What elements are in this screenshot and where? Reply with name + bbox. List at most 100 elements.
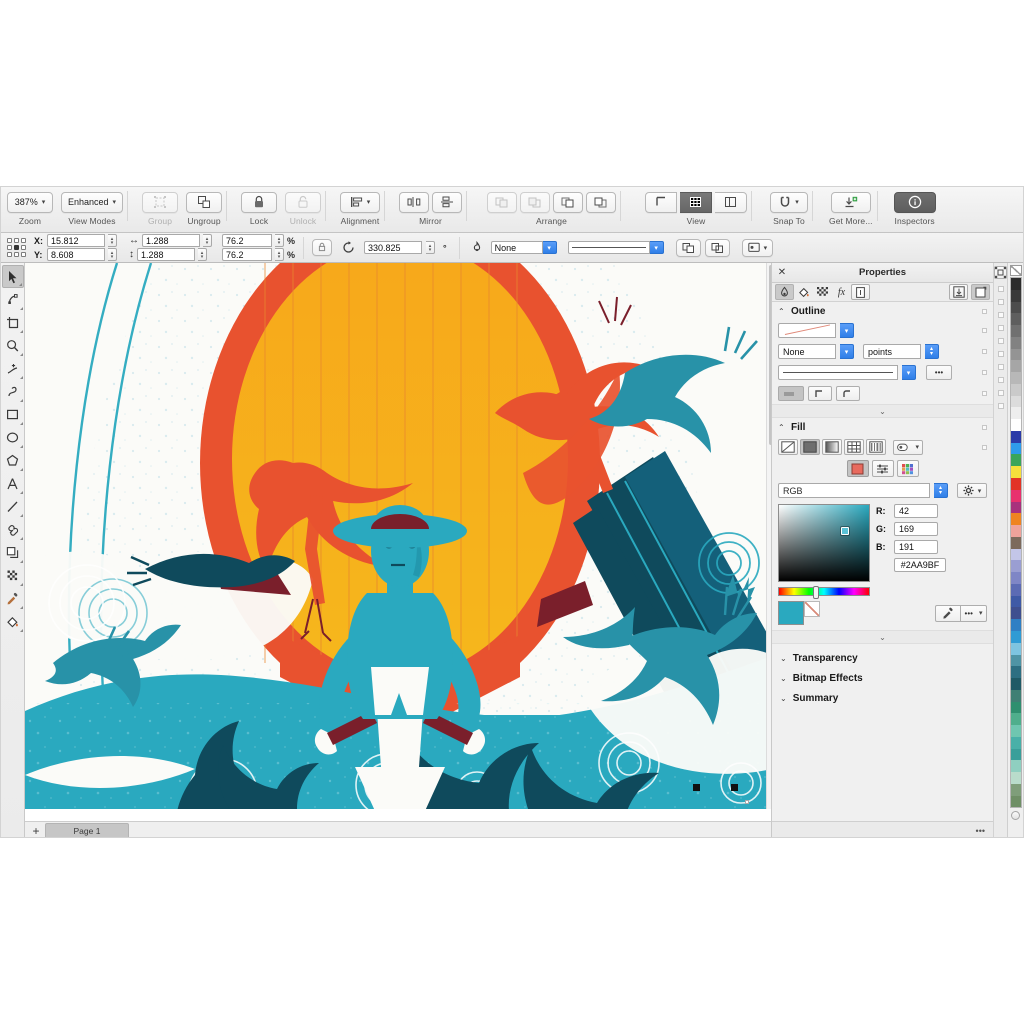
color-palettes-mode-button[interactable] bbox=[897, 460, 919, 477]
palette-swatch[interactable] bbox=[1011, 596, 1021, 608]
outline-more-options-button[interactable]: ••• bbox=[926, 365, 952, 380]
rotation-stepper[interactable]: ▴▾ bbox=[426, 241, 435, 254]
palette-swatch[interactable] bbox=[1011, 313, 1021, 325]
alignment-dropdown[interactable]: ▾ bbox=[340, 192, 380, 213]
text-tool[interactable] bbox=[2, 472, 24, 495]
canvas-area[interactable]: ✕ + Page 1 bbox=[25, 263, 771, 838]
group-button[interactable] bbox=[142, 192, 178, 213]
bitmap-options-dropdown[interactable]: ▾ bbox=[742, 239, 774, 257]
tool-flyout-indicator[interactable] bbox=[17, 307, 23, 310]
palette-swatch[interactable] bbox=[1011, 454, 1021, 466]
tool-flyout-indicator[interactable] bbox=[17, 514, 23, 517]
fill-tab[interactable] bbox=[794, 284, 813, 300]
palette-swatch[interactable] bbox=[1011, 643, 1021, 655]
palette-swatch[interactable] bbox=[1011, 760, 1021, 772]
y-input[interactable]: 8.608 bbox=[47, 248, 105, 261]
color-sliders-mode-button[interactable] bbox=[872, 460, 894, 477]
grid-button[interactable] bbox=[680, 192, 712, 213]
outline-units-select[interactable]: points bbox=[863, 344, 921, 359]
r-input[interactable]: 42 bbox=[894, 504, 938, 518]
fill-collapse-strip[interactable]: ⌄ bbox=[772, 630, 993, 644]
width-input[interactable]: 1.288 bbox=[142, 234, 200, 247]
no-fill-button[interactable] bbox=[778, 439, 798, 455]
page-tab-1[interactable]: Page 1 bbox=[45, 823, 129, 839]
palette-swatch[interactable] bbox=[1011, 702, 1021, 714]
height-stepper[interactable]: ▴▾ bbox=[198, 248, 207, 261]
new-properties-button[interactable] bbox=[971, 284, 990, 300]
dock-slot[interactable] bbox=[998, 299, 1004, 305]
line-arrow-button[interactable] bbox=[778, 386, 804, 401]
connector-tool[interactable] bbox=[2, 518, 24, 541]
send-to-back-button[interactable] bbox=[520, 192, 550, 213]
dock-slot[interactable] bbox=[998, 325, 1004, 331]
close-icon[interactable]: ✕ bbox=[772, 267, 792, 278]
unlock-button[interactable] bbox=[285, 192, 321, 213]
palette-swatch[interactable] bbox=[1011, 784, 1021, 796]
import-properties-button[interactable] bbox=[949, 284, 968, 300]
width-stepper[interactable]: ▴▾ bbox=[203, 234, 212, 247]
dock-slot[interactable] bbox=[998, 390, 1004, 396]
g-input[interactable]: 169 bbox=[894, 522, 938, 536]
bring-to-front-button[interactable] bbox=[487, 192, 517, 213]
selection-tool[interactable] bbox=[2, 265, 24, 288]
palette-swatch[interactable] bbox=[1011, 525, 1021, 537]
palette-swatch[interactable] bbox=[1011, 466, 1021, 478]
anchor-cell[interactable] bbox=[7, 252, 12, 257]
outline-width-combo[interactable]: None ▾ bbox=[491, 241, 557, 254]
ellipse-tool[interactable] bbox=[2, 426, 24, 449]
zoom-tool[interactable] bbox=[2, 334, 24, 357]
palette-swatch[interactable] bbox=[1011, 349, 1021, 361]
palette-swatch[interactable] bbox=[1011, 384, 1021, 396]
uniform-fill-button[interactable] bbox=[800, 439, 820, 455]
effects-tab[interactable]: fx bbox=[832, 284, 851, 300]
texture-fill-button[interactable] bbox=[866, 439, 886, 455]
chevron-down-icon[interactable]: ▾ bbox=[840, 344, 854, 359]
tool-flyout-indicator[interactable] bbox=[17, 399, 23, 402]
tool-flyout-indicator[interactable] bbox=[17, 468, 23, 471]
previous-color-swatch[interactable] bbox=[804, 601, 820, 617]
palette-swatch[interactable] bbox=[1011, 290, 1021, 302]
mirror-vertical-button[interactable] bbox=[432, 192, 462, 213]
chevron-down-icon[interactable]: ▾ bbox=[840, 323, 854, 338]
height-input[interactable]: 1.288 bbox=[137, 248, 195, 261]
fill-section-header[interactable]: ⌃ Fill bbox=[772, 418, 993, 436]
palette-swatch[interactable] bbox=[1011, 396, 1021, 408]
width-percent-stepper[interactable]: ▴▾ bbox=[275, 234, 284, 247]
summary-section[interactable]: ⌄ Summary bbox=[772, 688, 993, 708]
artboard[interactable]: ✕ bbox=[25, 263, 771, 809]
palette-swatch[interactable] bbox=[1011, 513, 1021, 525]
anchor-cell[interactable] bbox=[14, 252, 19, 257]
outline-color-preview[interactable] bbox=[778, 323, 836, 338]
height-percent-stepper[interactable]: ▴▾ bbox=[275, 248, 284, 261]
page-frame-button[interactable] bbox=[715, 192, 747, 213]
palette-swatch[interactable] bbox=[1011, 549, 1021, 561]
palette-options-button[interactable] bbox=[1011, 811, 1020, 820]
dock-slot[interactable] bbox=[998, 403, 1004, 409]
hue-slider[interactable] bbox=[778, 587, 870, 596]
anchor-cell-selected[interactable] bbox=[14, 245, 19, 250]
stepper-icon[interactable]: ▴▾ bbox=[934, 483, 948, 498]
rectangle-tool[interactable] bbox=[2, 403, 24, 426]
palette-swatch[interactable] bbox=[1011, 572, 1021, 584]
fountain-fill-button[interactable] bbox=[822, 439, 842, 455]
palette-swatch[interactable] bbox=[1011, 619, 1021, 631]
color-picker-cursor[interactable] bbox=[841, 527, 849, 535]
get-more-button[interactable] bbox=[831, 192, 871, 213]
tool-flyout-indicator[interactable] bbox=[17, 353, 23, 356]
color-picker-mode-button[interactable] bbox=[847, 460, 869, 477]
palette-swatch[interactable] bbox=[1011, 584, 1021, 596]
outline-width-select[interactable]: None bbox=[778, 344, 836, 359]
corner-style-button[interactable] bbox=[808, 386, 832, 401]
palette-swatch[interactable] bbox=[1011, 737, 1021, 749]
transparency-tab[interactable] bbox=[813, 284, 832, 300]
tool-flyout-indicator[interactable] bbox=[16, 283, 22, 286]
anchor-cell[interactable] bbox=[14, 238, 19, 243]
pattern-fill-button[interactable] bbox=[844, 439, 864, 455]
lock-button[interactable] bbox=[241, 192, 277, 213]
tool-flyout-indicator[interactable] bbox=[17, 491, 23, 494]
palette-swatch[interactable] bbox=[1011, 655, 1021, 667]
b-input[interactable]: 191 bbox=[894, 540, 938, 554]
palette-swatch[interactable] bbox=[1011, 478, 1021, 490]
tool-flyout-indicator[interactable] bbox=[17, 583, 23, 586]
add-page-button[interactable]: + bbox=[27, 823, 45, 839]
